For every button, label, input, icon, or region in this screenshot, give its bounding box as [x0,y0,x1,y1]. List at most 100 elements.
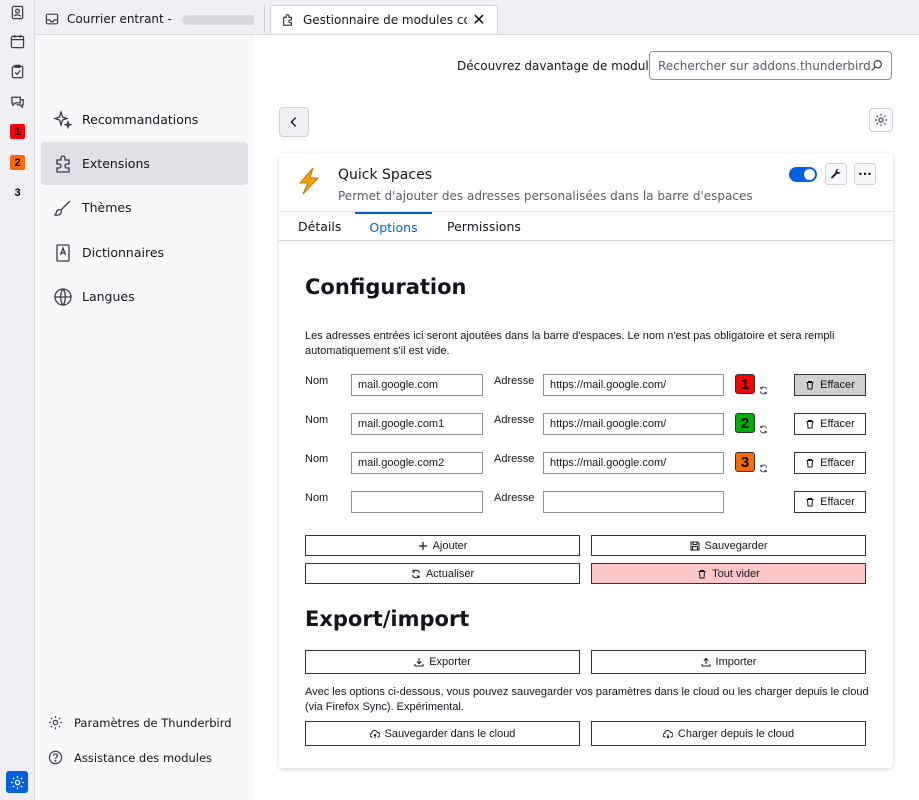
tab-label: Détails [298,219,342,234]
sidebar-item-recommendations[interactable]: Recommandations [41,98,248,141]
spaces-toolbar: 1 2 3 [0,0,35,800]
puzzle-icon [56,154,70,173]
tab-addons-manager[interactable]: Gestionnaire de modules complémentaires … [270,5,498,33]
sidebar-item-label: Thèmes [82,200,132,215]
name-field[interactable]: mail.google.com [351,374,483,396]
import-button[interactable]: Importer [591,650,866,674]
badge-label: 1 [740,375,750,393]
tools-gear-button[interactable] [869,108,893,132]
space-badge-preview: 3 [735,452,755,472]
add-label: Ajouter [432,539,468,552]
add-button[interactable]: Ajouter [305,535,580,556]
refresh-icon[interactable] [759,464,768,473]
sidebar-item-dictionaries[interactable]: Dictionnaires [41,231,248,274]
addons-support-link[interactable]: Assistance des modules [48,750,212,765]
preferences-button[interactable] [825,163,847,185]
sidebar-item-label: Dictionnaires [82,245,165,260]
more-options-label: ··· [858,167,872,181]
export-label: Exporter [429,656,471,668]
floppy-icon [690,541,699,550]
address-book-icon[interactable] [8,3,27,22]
tab-permissions[interactable]: Permissions [447,212,521,241]
refresh-icon[interactable] [759,386,768,395]
addon-enable-toggle[interactable] [789,167,817,182]
tab-inbox[interactable]: Courrier entrant - [35,5,265,33]
cloud-load-button[interactable]: Charger depuis le cloud [591,721,866,746]
clear-all-button[interactable]: Tout vider [591,563,866,584]
settings-space-button[interactable] [6,771,28,793]
tab-options[interactable]: Options [355,212,432,241]
space-badge-3[interactable]: 3 [10,185,25,200]
cloud-download-icon [662,729,673,739]
save-button[interactable]: Sauvegarder [591,535,866,556]
export-import-title: Export/import [305,607,470,631]
discover-more-label: Découvrez davantage de modules [457,59,663,73]
back-button[interactable] [279,107,309,137]
configuration-intro: Les adresses entrées ici seront ajoutées… [305,330,835,357]
badge-label: 2 [740,414,750,432]
download-icon [414,658,424,667]
address-label: Adresse [494,492,535,504]
sidebar-footer-label: Paramètres de Thunderbird [74,715,232,730]
name-label: Nom [305,453,329,465]
space-badge-2[interactable]: 2 [10,155,25,170]
cloud-description: Avec les options ci-dessous, vous pouvez… [305,686,869,713]
chevron-left-icon [290,117,297,127]
upload-icon [701,657,711,667]
sidebar-item-languages[interactable]: Langues [41,275,248,318]
name-field[interactable]: mail.google.com2 [351,452,483,474]
plus-icon [418,541,427,550]
sidebar-footer-label: Assistance des modules [74,750,213,765]
thunderbird-settings-link[interactable]: Paramètres de Thunderbird [48,715,232,730]
erase-button[interactable]: Effacer [794,491,866,513]
sidebar-item-extensions[interactable]: Extensions [41,142,248,185]
globe-icon [54,287,72,306]
sidebar-item-label: Langues [82,289,135,304]
erase-button[interactable]: Effacer [794,452,866,474]
address-field[interactable]: https://mail.google.com/ [543,413,724,435]
erase-button[interactable]: Effacer [794,413,866,435]
trash-icon [698,569,706,578]
trash-icon [806,381,814,390]
address-field[interactable] [543,491,724,513]
erase-label: Effacer [820,457,855,469]
refresh-label: Actualiser [425,567,475,580]
erase-button[interactable]: Effacer [794,374,866,396]
refresh-button[interactable]: Actualiser [305,563,580,584]
trash-icon [806,459,814,468]
tab-label: Permissions [447,219,521,234]
space-badge-label: 1 [14,125,21,138]
more-options-button[interactable]: ··· [854,163,876,185]
tab-details[interactable]: Détails [298,212,341,241]
space-badge-label: 3 [14,186,21,199]
space-badge-1[interactable]: 1 [10,124,25,139]
space-badge-preview: 2 [735,413,755,433]
export-button[interactable]: Exporter [305,650,580,674]
sidebar-item-themes[interactable]: Thèmes [41,186,248,229]
name-field[interactable] [351,491,483,513]
cloud-load-label: Charger depuis le cloud [677,727,795,740]
addon-card: Quick Spaces Permet d'ajouter des adress… [279,153,893,768]
address-field[interactable]: https://mail.google.com/ [543,452,724,474]
brush-icon [53,200,71,216]
name-field[interactable]: mail.google.com1 [351,413,483,435]
sparkle-icon [53,109,73,129]
addons-search-input[interactable]: Rechercher sur addons.thunderbird.net [649,51,892,80]
addon-description: Permet d'ajouter des adresses personalis… [338,189,753,203]
refresh-icon[interactable] [759,425,768,434]
erase-label: Effacer [820,379,855,391]
configuration-title: Configuration [305,275,467,299]
clear-all-label: Tout vider [712,567,760,580]
close-icon[interactable]: ✕ [471,10,487,29]
space-badge-label: 2 [14,156,21,169]
tasks-icon[interactable] [8,62,27,81]
inbox-icon [45,13,59,25]
chat-icon[interactable] [8,92,27,111]
name-label: Nom [305,492,329,504]
tab-inbox-label: Courrier entrant - [67,12,176,26]
calendar-icon[interactable] [8,32,27,51]
trash-icon [806,420,814,429]
cloud-save-button[interactable]: Sauvegarder dans le cloud [305,721,580,746]
address-field[interactable]: https://mail.google.com/ [543,374,724,396]
gear-icon [874,113,888,127]
